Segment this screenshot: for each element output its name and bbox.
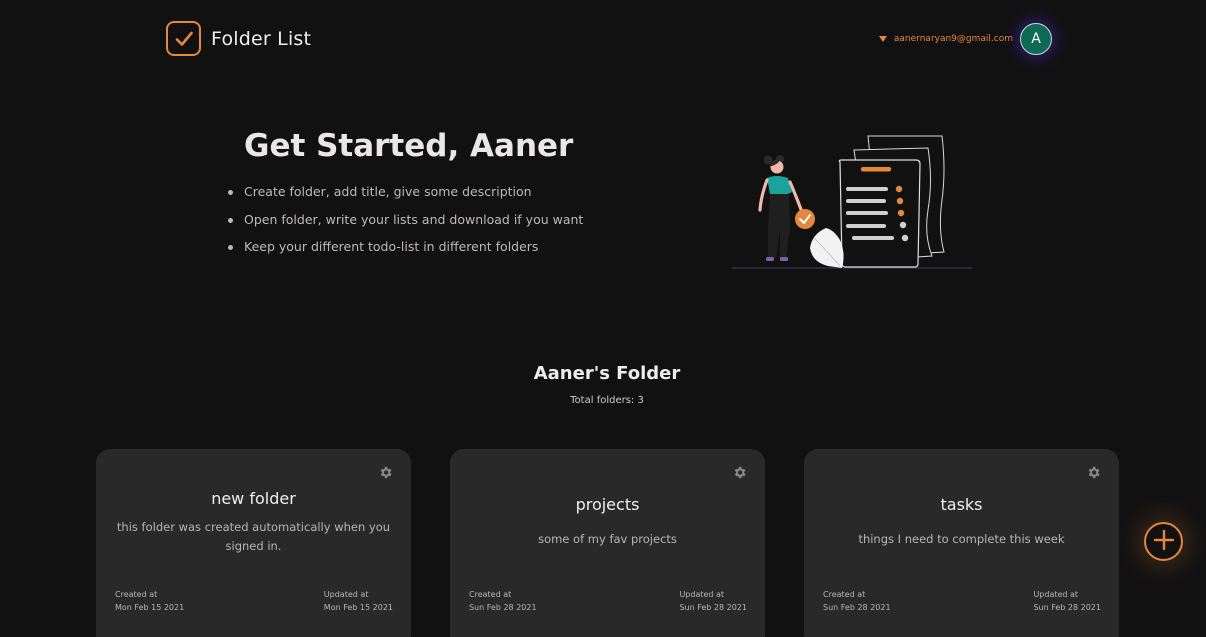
created-at: Created at Mon Feb 15 2021 — [115, 590, 185, 612]
app-title: Folder List — [211, 27, 312, 50]
caret-down-icon[interactable] — [878, 36, 887, 42]
gear-icon[interactable] — [732, 465, 747, 484]
user-email[interactable]: aanernaryan9@gmail.com — [894, 34, 1013, 44]
user-menu[interactable]: aanernaryan9@gmail.com A — [878, 23, 1052, 55]
folder-card[interactable]: tasks things I need to complete this wee… — [804, 449, 1119, 637]
todo-illustration — [730, 130, 980, 279]
plus-circle-icon — [1153, 529, 1175, 555]
folder-title[interactable]: new folder — [116, 489, 391, 508]
folder-description: some of my fav projects — [538, 532, 677, 546]
created-at: Created at Sun Feb 28 2021 — [469, 590, 537, 612]
avatar[interactable]: A — [1020, 23, 1052, 55]
bullet-icon — [228, 190, 233, 195]
folder-description: this folder was created automatically wh… — [116, 520, 391, 553]
bullet-icon — [228, 245, 233, 250]
folder-title[interactable]: projects — [470, 495, 745, 514]
gear-icon[interactable] — [1086, 465, 1101, 484]
list-item: Open folder, write your lists and downlo… — [228, 212, 583, 240]
checkbox-icon — [166, 21, 201, 56]
created-at: Created at Sun Feb 28 2021 — [823, 590, 891, 612]
bullet-icon — [228, 217, 233, 223]
hero-title: Get Started, Aaner — [244, 128, 574, 164]
folder-description: things I need to complete this week — [858, 532, 1065, 546]
updated-at: Updated at Sun Feb 28 2021 — [679, 590, 747, 612]
app-logo[interactable]: Folder List — [166, 21, 311, 56]
updated-at: Updated at Mon Feb 15 2021 — [323, 590, 393, 612]
add-folder-button[interactable] — [1144, 522, 1183, 561]
gear-icon[interactable] — [378, 465, 393, 484]
folders-section-title: Aaner's Folder — [533, 363, 681, 384]
updated-at: Updated at Sun Feb 28 2021 — [1033, 590, 1101, 612]
folder-card[interactable]: projects some of my fav projects Created… — [450, 449, 765, 637]
folder-title[interactable]: tasks — [824, 495, 1099, 514]
folder-card[interactable]: new folder this folder was created autom… — [96, 449, 411, 637]
folder-count: Total folders: 3 — [570, 395, 644, 406]
list-item: Keep your different todo-list in differe… — [228, 239, 583, 267]
list-item: Create folder, add title, give some desc… — [228, 184, 583, 212]
getting-started-list: Create folder, add title, give some desc… — [228, 184, 583, 267]
